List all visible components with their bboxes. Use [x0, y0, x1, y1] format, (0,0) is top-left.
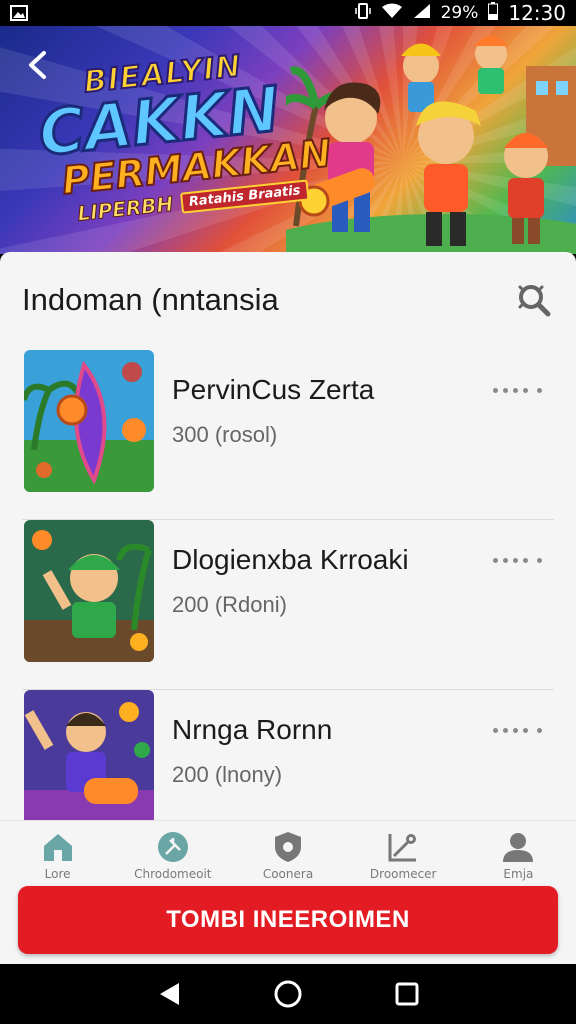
nav-label: Emja: [503, 867, 534, 881]
game-thumbnail: [24, 520, 154, 662]
home-icon: [40, 829, 76, 865]
more-options-button[interactable]: [488, 548, 542, 572]
battery-percent: 29%: [440, 3, 479, 23]
clock: 12:30: [508, 1, 566, 25]
item-subtitle: 200 (lnony): [172, 762, 283, 787]
nav-item-explore[interactable]: Chrodomeoit: [115, 821, 230, 886]
nav-label: Chrodomeoit: [134, 867, 212, 881]
section-title: Indoman (nntansia: [22, 282, 279, 317]
nav-label: Lore: [44, 867, 71, 881]
list-item[interactable]: PervinCus Zerta 300 (rosol): [22, 350, 554, 520]
nav-label: Coonera: [262, 867, 314, 881]
search-icon: [518, 285, 551, 317]
nav-label: Droomecer: [369, 867, 437, 881]
status-bar: 29% 12:30: [0, 0, 576, 26]
characters-illustration: [286, 36, 576, 254]
battery-icon: [488, 1, 499, 25]
item-title: Nrnga Rornn: [172, 714, 333, 745]
vibrate-icon: [354, 2, 371, 25]
back-triangle-icon: [160, 983, 180, 1005]
back-triangle-button[interactable]: [149, 974, 189, 1014]
game-thumbnail: [24, 690, 154, 824]
item-title: PervinCus Zerta: [172, 374, 375, 405]
content-panel: Indoman (nntansia PervinCus Zerta 300 (r…: [0, 252, 576, 824]
recents-button[interactable]: [387, 974, 427, 1014]
home-circle-icon: [274, 980, 302, 1008]
banner-title: BIEALYIN CAKKN PERMAKKAN LIPERBH Ratahis…: [32, 42, 335, 228]
signal-icon: [413, 3, 431, 24]
chart-icon: [385, 829, 421, 865]
promo-banner[interactable]: BIEALYIN CAKKN PERMAKKAN LIPERBH Ratahis…: [0, 26, 576, 254]
nav-item-shield[interactable]: Coonera: [230, 821, 345, 886]
item-title: Dlogienxba Krroaki: [172, 544, 409, 575]
section-header: Indoman (nntansia: [22, 280, 554, 320]
home-circle-button[interactable]: [268, 974, 308, 1014]
more-options-button[interactable]: [488, 378, 542, 402]
game-list: PervinCus Zerta 300 (rosol) Dlogienxba K…: [22, 350, 554, 824]
system-nav-bar: [0, 964, 576, 1024]
search-button[interactable]: [514, 280, 554, 320]
item-subtitle: 200 (Rdoni): [172, 592, 287, 617]
shield-icon: [270, 829, 306, 865]
primary-action-button[interactable]: TOMBI INEEROIMEN: [18, 886, 558, 954]
gallery-icon: [10, 4, 30, 22]
game-thumbnail: [24, 350, 154, 492]
list-item[interactable]: Nrnga Rornn 200 (lnony): [22, 690, 554, 824]
bottom-nav: Lore Chrodomeoit Coonera Droomecer Emja: [0, 820, 576, 886]
item-subtitle: 300 (rosol): [172, 422, 278, 447]
recents-square-icon: [395, 982, 419, 1006]
nav-item-home[interactable]: Lore: [0, 821, 115, 886]
nav-item-stats[interactable]: Droomecer: [346, 821, 461, 886]
nav-item-profile[interactable]: Emja: [461, 821, 576, 886]
cta-container: TOMBI INEEROIMEN: [0, 886, 576, 964]
wifi-icon: [381, 3, 403, 24]
profile-icon: [500, 829, 536, 865]
compass-icon: [155, 829, 191, 865]
more-options-button[interactable]: [488, 718, 542, 742]
list-item[interactable]: Dlogienxba Krroaki 200 (Rdoni): [22, 520, 554, 690]
